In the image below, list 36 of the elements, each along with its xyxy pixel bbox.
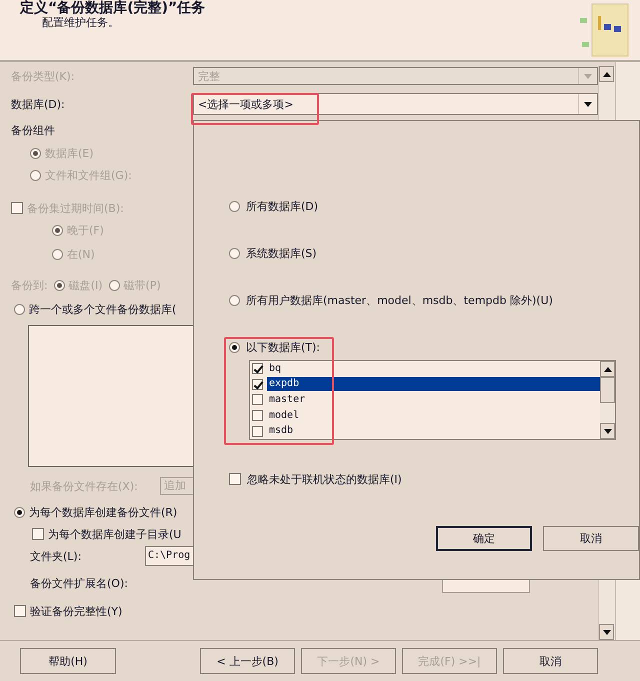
- database-dropdown[interactable]: <选择一项或多项>: [193, 93, 598, 115]
- radio-option[interactable]: 系统数据库(S): [229, 244, 317, 262]
- scrollbar[interactable]: [600, 361, 615, 439]
- radio-option[interactable]: 所有用户数据库(master、model、msdb、tempdb 除外)(U): [229, 291, 553, 309]
- radio-option[interactable]: 为每个数据库创建备份文件(R): [14, 504, 178, 520]
- field-label: 备份到:: [11, 278, 48, 292]
- diagram-icon: [578, 2, 630, 58]
- radio-option[interactable]: 所有数据库(D): [229, 197, 318, 215]
- section-label: 备份组件: [11, 122, 55, 138]
- window-title: 定义“备份数据库(完整)”任务: [20, 0, 206, 16]
- wizard-button[interactable]: < 上一步(B): [200, 648, 295, 674]
- database-list-item[interactable]: msdb: [250, 423, 600, 439]
- checkbox-option[interactable]: 忽略未处于联机状态的数据库(I): [229, 470, 402, 488]
- scroll-down-button[interactable]: [600, 423, 615, 439]
- radio-option[interactable]: 跨一个或多个文件备份数据库(: [14, 302, 176, 316]
- scroll-down-button[interactable]: [599, 624, 614, 640]
- database-list-item[interactable]: bq: [250, 361, 600, 377]
- subtitle: 配置维护任务。: [41, 16, 120, 30]
- database-list-item[interactable]: model: [250, 408, 600, 424]
- database-list-item[interactable]: master: [250, 392, 600, 408]
- field-label: 数据库(D):: [10, 96, 66, 112]
- database-list[interactable]: bq expdb master model msdb: [249, 360, 616, 440]
- scroll-up-button[interactable]: [599, 66, 614, 82]
- field-label: 备份类型(K):: [10, 68, 76, 84]
- dialog-button[interactable]: 取消: [543, 526, 639, 551]
- scroll-up-button[interactable]: [600, 361, 615, 377]
- field-label: 如果备份文件存在(X):: [30, 478, 139, 494]
- checkbox-option[interactable]: 为每个数据库创建子目录(U: [32, 526, 182, 542]
- wizard-button[interactable]: 取消: [503, 648, 598, 674]
- checkbox-option[interactable]: 验证备份完整性(Y): [14, 604, 122, 618]
- radio-option[interactable]: 以下数据库(T):: [229, 338, 320, 356]
- dialog-button[interactable]: 确定: [436, 526, 532, 551]
- scroll-thumb[interactable]: [600, 377, 615, 403]
- field-label: 文件夹(L):: [30, 548, 82, 564]
- field-label: 备份文件扩展名(O):: [30, 576, 128, 590]
- wizard-button[interactable]: 帮助(H): [20, 648, 116, 674]
